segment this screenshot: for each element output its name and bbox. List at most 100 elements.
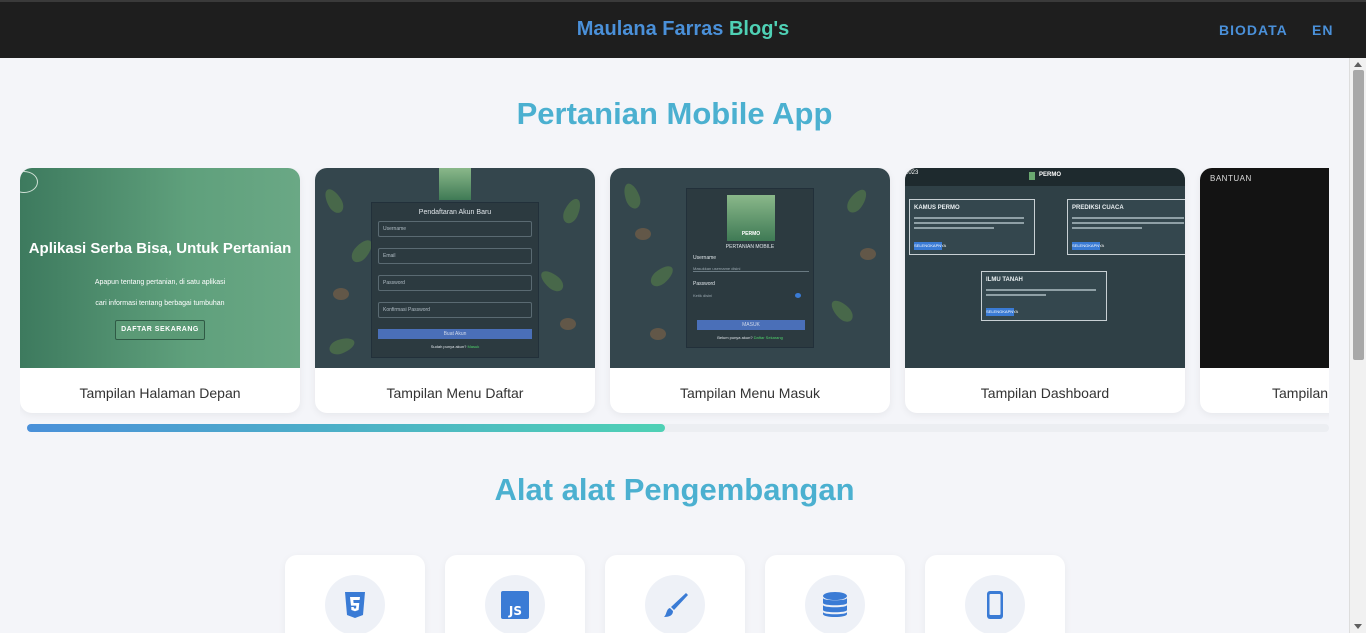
tool-icon-circle [965, 575, 1025, 633]
screenshot-menu-masuk: PERMO PERTANIAN MOBILE Username Masukkan… [610, 168, 890, 368]
leaf-decoration [827, 296, 857, 326]
card-caption: Tampilan Menu Daftar [386, 385, 524, 401]
card-caption: Tampilan [1272, 385, 1329, 401]
permo-logo-icon [1029, 172, 1035, 180]
svg-text:JS: JS [508, 604, 522, 618]
bean-decoration [333, 288, 349, 300]
tool-icon-circle [325, 575, 385, 633]
box-text-line [1072, 217, 1184, 219]
box-text-line [914, 227, 994, 229]
permo-logo-text: PERMO [741, 231, 761, 237]
box-text-line [1072, 227, 1142, 229]
field-username: Username [378, 221, 532, 237]
leaf-decoration [321, 186, 347, 216]
box-title: PREDIKSI CUACA [1072, 205, 1124, 211]
mobile-phone-icon [987, 591, 1003, 619]
tool-icon-circle [645, 575, 705, 633]
html5-icon [345, 592, 365, 618]
carousel-scrollbar[interactable] [27, 424, 1329, 432]
project-card-halaman-depan[interactable]: Aplikasi Serba Bisa, Untuk Pertanian Apa… [20, 168, 300, 413]
database-icon [823, 592, 847, 617]
register-prompt: Belum punya akun? Daftar Sekarang [687, 335, 813, 340]
dashboard-box-kamus: KAMUS PERMO SELENGKAPNYA [909, 199, 1035, 255]
dashboard-box-cuaca: PREDIKSI CUACA SELENGKAPNYA [1067, 199, 1185, 255]
scroll-up-arrow-icon[interactable] [1354, 62, 1362, 67]
dashboard-brand: PERMO [1039, 172, 1062, 178]
box-text-line [914, 217, 1024, 219]
login-panel: PERMO PERTANIAN MOBILE Username Masukkan… [686, 188, 814, 348]
masuk-button: MASUK [697, 320, 805, 330]
dashboard-box-tanah: ILMU TANAH SELENGKAPNYA [981, 271, 1107, 321]
bantuan-title: BANTUAN [1210, 174, 1252, 183]
box-text-line [986, 289, 1096, 291]
field-email: Email [378, 248, 532, 264]
logo-circle-icon [20, 171, 38, 193]
tool-card-javascript: JS [445, 555, 585, 633]
field-password: Password [378, 275, 532, 291]
box-title: KAMUS PERMO [914, 205, 960, 211]
username-field: Masukkan username disini [693, 266, 809, 272]
screenshot-bantuan: BANTUAN [1200, 168, 1329, 368]
leaf-decoration [647, 262, 677, 290]
screen-heading: Aplikasi Serba Bisa, Untuk Pertanian [28, 240, 292, 257]
eye-icon [795, 293, 801, 298]
project-card-menu-daftar[interactable]: Pendaftaran Akun Baru Username Email Pas… [315, 168, 595, 413]
username-label: Username [693, 255, 717, 261]
screen-text-2: cari informasi tentang berbagai tumbuhan [95, 300, 225, 307]
permo-logo [439, 168, 471, 200]
leaf-decoration [327, 334, 357, 358]
box-text-line [1072, 222, 1184, 224]
card-caption: Tampilan Menu Masuk [679, 385, 821, 401]
scroll-down-arrow-icon[interactable] [1354, 624, 1362, 629]
box-text-line [914, 222, 1024, 224]
screen-daftar-button: DAFTAR SEKARANG [115, 320, 205, 340]
main-content: Pertanian Mobile App Aplikasi Serba Bisa… [0, 58, 1349, 633]
javascript-icon: JS [501, 591, 529, 619]
screen-text-1: Apapun tentang pertanian, di satu aplika… [94, 279, 226, 286]
register-link: Daftar Sekarang [753, 335, 783, 340]
register-title: Pendaftaran Akun Baru [418, 209, 492, 216]
tool-icon-circle: JS [485, 575, 545, 633]
carousel-scroll-thumb[interactable] [27, 424, 665, 432]
bean-decoration [650, 328, 666, 340]
paintbrush-icon [664, 593, 688, 617]
leaf-decoration [537, 267, 567, 295]
card-caption: Tampilan Dashboard [980, 385, 1110, 401]
box-button: SELENGKAPNYA [1072, 242, 1105, 250]
screenshot-halaman-depan: Aplikasi Serba Bisa, Untuk Pertanian Apa… [20, 168, 300, 368]
bean-decoration [635, 228, 651, 240]
box-title: ILMU TANAH [986, 277, 1023, 283]
box-text-line [986, 294, 1046, 296]
app-name: PERTANIAN MOBILE [725, 244, 775, 250]
tool-card-database [765, 555, 905, 633]
password-label: Password [693, 281, 715, 287]
login-link: Masuk [467, 344, 480, 349]
dashboard-year: 2023 [905, 170, 919, 176]
page-scroll-thumb[interactable] [1353, 70, 1364, 360]
tool-card-design [605, 555, 745, 633]
login-prompt-text: Sudah punya akun? [430, 344, 467, 349]
card-caption: Tampilan Halaman Depan [79, 385, 241, 401]
brand-name: Maulana Farras [576, 18, 724, 40]
project-card-dashboard[interactable]: 2023 PERMO KAMUS PERMO SELENGKAPNYA PRED… [905, 168, 1185, 413]
screenshot-menu-daftar: Pendaftaran Akun Baru Username Email Pas… [315, 168, 595, 368]
site-brand[interactable]: Maulana Farras Blog's [0, 18, 1366, 41]
page-scrollbar[interactable] [1349, 58, 1366, 633]
projects-section-title: Pertanian Mobile App [516, 96, 833, 131]
leaf-decoration [560, 196, 584, 226]
screenshot-dashboard: 2023 PERMO KAMUS PERMO SELENGKAPNYA PRED… [905, 168, 1185, 368]
project-card-bantuan[interactable]: BANTUAN Tampilan [1200, 168, 1329, 413]
field-konfirmasi: Konfirmasi Password [378, 302, 532, 318]
nav-link-biodata[interactable]: BIODATA [1219, 22, 1288, 38]
password-field: Ketik disini [693, 293, 713, 298]
nav-link-language[interactable]: EN [1312, 22, 1333, 38]
register-prompt-text: Belum punya akun? [717, 335, 753, 340]
project-card-menu-masuk[interactable]: PERMO PERTANIAN MOBILE Username Masukkan… [610, 168, 890, 413]
login-prompt: Sudah punya akun? Masuk [372, 344, 538, 349]
tool-card-html5 [285, 555, 425, 633]
project-carousel[interactable]: Aplikasi Serba Bisa, Untuk Pertanian Apa… [20, 168, 1329, 433]
dashboard-topbar: 2023 PERMO [905, 168, 1185, 186]
bean-decoration [860, 248, 876, 260]
register-panel: Pendaftaran Akun Baru Username Email Pas… [371, 202, 539, 358]
leaf-decoration [620, 181, 644, 211]
